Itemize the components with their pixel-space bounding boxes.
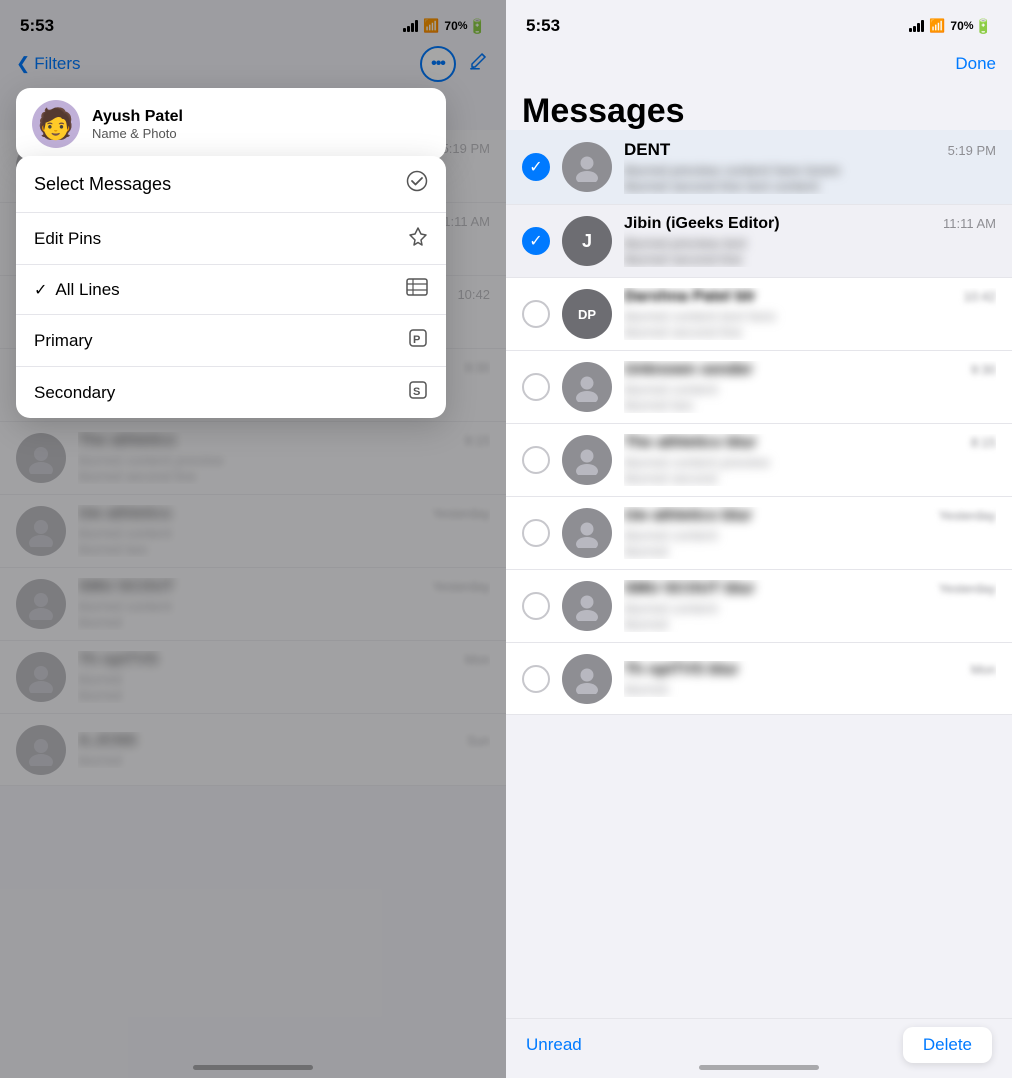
avatar-th [562,654,612,704]
avatar-dent [562,142,612,192]
wifi-icon: 📶 [929,18,945,34]
message-item-uw[interactable]: Uw athletics blur Yesterday blurred cont… [506,497,1012,570]
msg-name-dent: DENT [624,140,670,160]
select-checkbox-athletics[interactable] [522,446,550,474]
checkmark-circle-icon [406,170,428,198]
avatar-unknown1 [562,362,612,412]
pin-icon [408,226,428,251]
profile-popup[interactable]: 🧑 Ayush Patel Name & Photo [16,88,446,160]
message-item-dp[interactable]: DP Darshna Patel blr 10:42 blurred conte… [506,278,1012,351]
message-item-athletics[interactable]: The athletics blur 8:15 blurred content … [506,424,1012,497]
right-time: 5:53 [526,16,560,36]
primary-icon: P [408,328,428,353]
profile-avatar: 🧑 [32,100,80,148]
secondary-item[interactable]: Secondary S [16,367,446,418]
msg-time-jibin: 11:11 AM [943,216,996,231]
select-checkbox-unknown1[interactable] [522,373,550,401]
profile-row[interactable]: 🧑 Ayush Patel Name & Photo [16,88,446,160]
svg-text:S: S [413,386,420,398]
right-status-icons: 📶 70 % 🔋 [909,18,992,35]
select-checkbox-jibin[interactable]: ✓ [522,227,550,255]
select-checkbox-dp[interactable] [522,300,550,328]
right-nav-bar: Done [506,44,1012,88]
secondary-label: Secondary [34,383,115,403]
all-lines-item[interactable]: ✓ All Lines [16,265,446,315]
profile-subtitle: Name & Photo [92,126,183,141]
select-checkbox-th[interactable] [522,665,550,693]
msg-content-unknown1: Unknown sender 9:30 blurred content blur… [624,361,996,413]
signal-icon [909,20,924,32]
edit-pins-label: Edit Pins [34,229,101,249]
right-phone-panel: 5:53 📶 70 % 🔋 Done Messages ✓ [506,0,1012,1078]
select-checkbox-dent[interactable]: ✓ [522,153,550,181]
svg-text:P: P [413,334,420,346]
primary-item[interactable]: Primary P [16,315,446,367]
msg-content-uw: Uw athletics blur Yesterday blurred cont… [624,507,996,559]
right-status-bar: 5:53 📶 70 % 🔋 [506,0,1012,44]
done-button[interactable]: Done [955,54,996,74]
checkmark-icon: ✓ [34,280,47,300]
select-messages-label: Select Messages [34,174,171,195]
avatar-athletics [562,435,612,485]
edit-pins-item[interactable]: Edit Pins [16,213,446,265]
avatar-smu [562,581,612,631]
primary-label: Primary [34,331,93,351]
message-item-jibin[interactable]: ✓ J Jibin (iGeeks Editor) 11:11 AM blurr… [506,205,1012,278]
message-item-th[interactable]: Th nptTVS blur Mon blurred [506,643,1012,715]
profile-name: Ayush Patel [92,108,183,126]
left-phone-panel: 5:53 📶 70 % 🔋 ❮ Filters ••• [0,0,506,1078]
msg-content-dent: DENT 5:19 PM blurred preview content her… [624,140,996,194]
msg-time-dent: 5:19 PM [948,143,996,158]
msg-content-dp: Darshna Patel blr 10:42 blurred content … [624,288,996,340]
select-checkbox-smu[interactable] [522,592,550,620]
profile-info: Ayush Patel Name & Photo [92,108,183,141]
unread-button[interactable]: Unread [526,1035,582,1055]
message-item-dent[interactable]: ✓ DENT 5:19 PM blurred preview content h… [506,130,1012,205]
delete-button[interactable]: Delete [903,1027,992,1063]
right-home-bar [699,1065,819,1070]
context-menu[interactable]: Select Messages Edit Pins ✓ All Lines [16,156,446,418]
selection-message-list: ✓ DENT 5:19 PM blurred preview content h… [506,130,1012,1018]
avatar-jibin: J [562,216,612,266]
all-lines-label: All Lines [55,280,119,300]
msg-name-jibin: Jibin (iGeeks Editor) [624,215,780,233]
msg-content-smu: SMU SCOUT blur Yesterday blurred content… [624,580,996,632]
msg-content-jibin: Jibin (iGeeks Editor) 11:11 AM blurred p… [624,215,996,267]
avatar-dp: DP [562,289,612,339]
message-item-smu[interactable]: SMU SCOUT blur Yesterday blurred content… [506,570,1012,643]
battery-icon: 70 % 🔋 [950,18,992,35]
msg-content-athletics: The athletics blur 8:15 blurred content … [624,434,996,486]
avatar-uw [562,508,612,558]
msg-content-th: Th nptTVS blur Mon blurred [624,661,996,697]
lines-icon [406,278,428,301]
select-checkbox-uw[interactable] [522,519,550,547]
msg-name-dp: Darshna Patel blr [624,288,756,306]
secondary-icon: S [408,380,428,405]
select-messages-item[interactable]: Select Messages [16,156,446,213]
message-item-unknown1[interactable]: Unknown sender 9:30 blurred content blur… [506,351,1012,424]
